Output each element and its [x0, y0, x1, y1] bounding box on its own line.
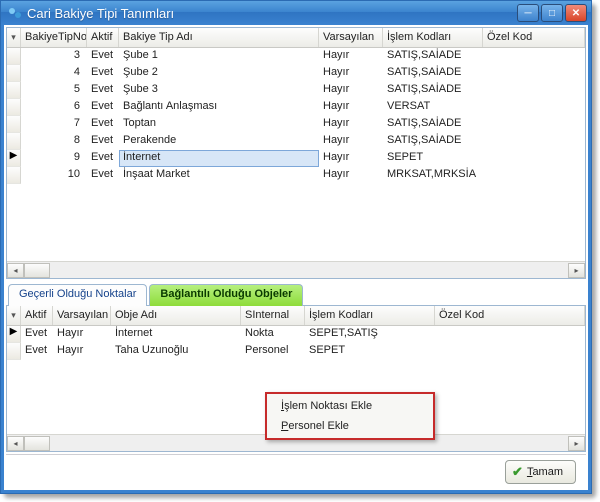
scroll-thumb-b[interactable]	[24, 436, 50, 451]
footer: ✔ Tamam	[6, 454, 586, 488]
bottom-grid-header: ▾ Aktif Varsayılan Obje Adı SInternal İş…	[7, 306, 585, 326]
col-aktif[interactable]: Aktif	[87, 28, 119, 47]
maximize-button[interactable]: □	[541, 4, 563, 22]
table-row[interactable]: 10Evetİnşaat MarketHayırMRKSAT,MRKSİA	[7, 167, 585, 184]
col-islem[interactable]: İşlem Kodları	[383, 28, 483, 47]
table-row[interactable]: ▶EvetHayırİnternetNoktaSEPET,SATIŞ	[7, 326, 585, 343]
scroll-right-button[interactable]: ▸	[568, 263, 585, 278]
tab-gecerli-noktalar[interactable]: Geçerli Olduğu Noktalar	[8, 284, 147, 306]
bcol-aktif[interactable]: Aktif	[21, 306, 53, 325]
table-row[interactable]: 5EvetŞube 3HayırSATIŞ,SAİADE	[7, 82, 585, 99]
menu-islem-noktasi-ekle[interactable]: İşlem Noktası Ekle	[267, 396, 433, 416]
top-grid-header: ▾ BakiyeTipNo Aktif Bakiye Tip Adı Varsa…	[7, 28, 585, 48]
scroll-right-button-b[interactable]: ▸	[568, 436, 585, 451]
app-icon	[7, 5, 23, 21]
col-ad[interactable]: Bakiye Tip Adı	[119, 28, 319, 47]
row-selector-header-b[interactable]: ▾	[7, 306, 21, 325]
bcol-obje[interactable]: Obje Adı	[111, 306, 241, 325]
table-row[interactable]: 7EvetToptanHayırSATIŞ,SAİADE	[7, 116, 585, 133]
table-row[interactable]: ▶9EvetİnternetHayırSEPET	[7, 150, 585, 167]
ok-button[interactable]: ✔ Tamam	[505, 460, 576, 484]
tab-baglantili-objeler[interactable]: Bağlantılı Olduğu Objeler	[149, 284, 303, 306]
context-menu[interactable]: İşlem Noktası Ekle Personel Ekle	[265, 392, 435, 440]
minimize-button[interactable]: ─	[517, 4, 539, 22]
scroll-left-button[interactable]: ◂	[7, 263, 24, 278]
top-grid[interactable]: ▾ BakiyeTipNo Aktif Bakiye Tip Adı Varsa…	[6, 27, 586, 279]
ok-label: Tamam	[527, 466, 563, 478]
window-title: Cari Bakiye Tipi Tanımları	[27, 6, 515, 21]
col-ozel[interactable]: Özel Kod	[483, 28, 585, 47]
close-button[interactable]: ✕	[565, 4, 587, 22]
check-icon: ✔	[512, 464, 523, 480]
bcol-islem[interactable]: İşlem Kodları	[305, 306, 435, 325]
table-row[interactable]: 6EvetBağlantı AnlaşmasıHayırVERSAT	[7, 99, 585, 116]
table-row[interactable]: 3EvetŞube 1HayırSATIŞ,SAİADE	[7, 48, 585, 65]
col-no[interactable]: BakiyeTipNo	[21, 28, 87, 47]
table-row[interactable]: 4EvetŞube 2HayırSATIŞ,SAİADE	[7, 65, 585, 82]
row-selector-header[interactable]: ▾	[7, 28, 21, 47]
bcol-vars[interactable]: Varsayılan	[53, 306, 111, 325]
top-grid-rows[interactable]: 3EvetŞube 1HayırSATIŞ,SAİADE4EvetŞube 2H…	[7, 48, 585, 261]
table-row[interactable]: 8EvetPerakendeHayırSATIŞ,SAİADE	[7, 133, 585, 150]
scroll-thumb[interactable]	[24, 263, 50, 278]
col-vars[interactable]: Varsayılan	[319, 28, 383, 47]
tab-strip: Geçerli Olduğu Noktalar Bağlantılı Olduğ…	[6, 283, 586, 305]
bcol-ozel[interactable]: Özel Kod	[435, 306, 585, 325]
titlebar[interactable]: Cari Bakiye Tipi Tanımları ─ □ ✕	[1, 1, 591, 25]
scroll-left-button-b[interactable]: ◂	[7, 436, 24, 451]
menu-personel-ekle[interactable]: Personel Ekle	[267, 416, 433, 436]
table-row[interactable]: EvetHayırTaha UzunoğluPersonelSEPET	[7, 343, 585, 360]
bcol-sint[interactable]: SInternal	[241, 306, 305, 325]
top-hscroll[interactable]: ◂ ▸	[7, 261, 585, 278]
